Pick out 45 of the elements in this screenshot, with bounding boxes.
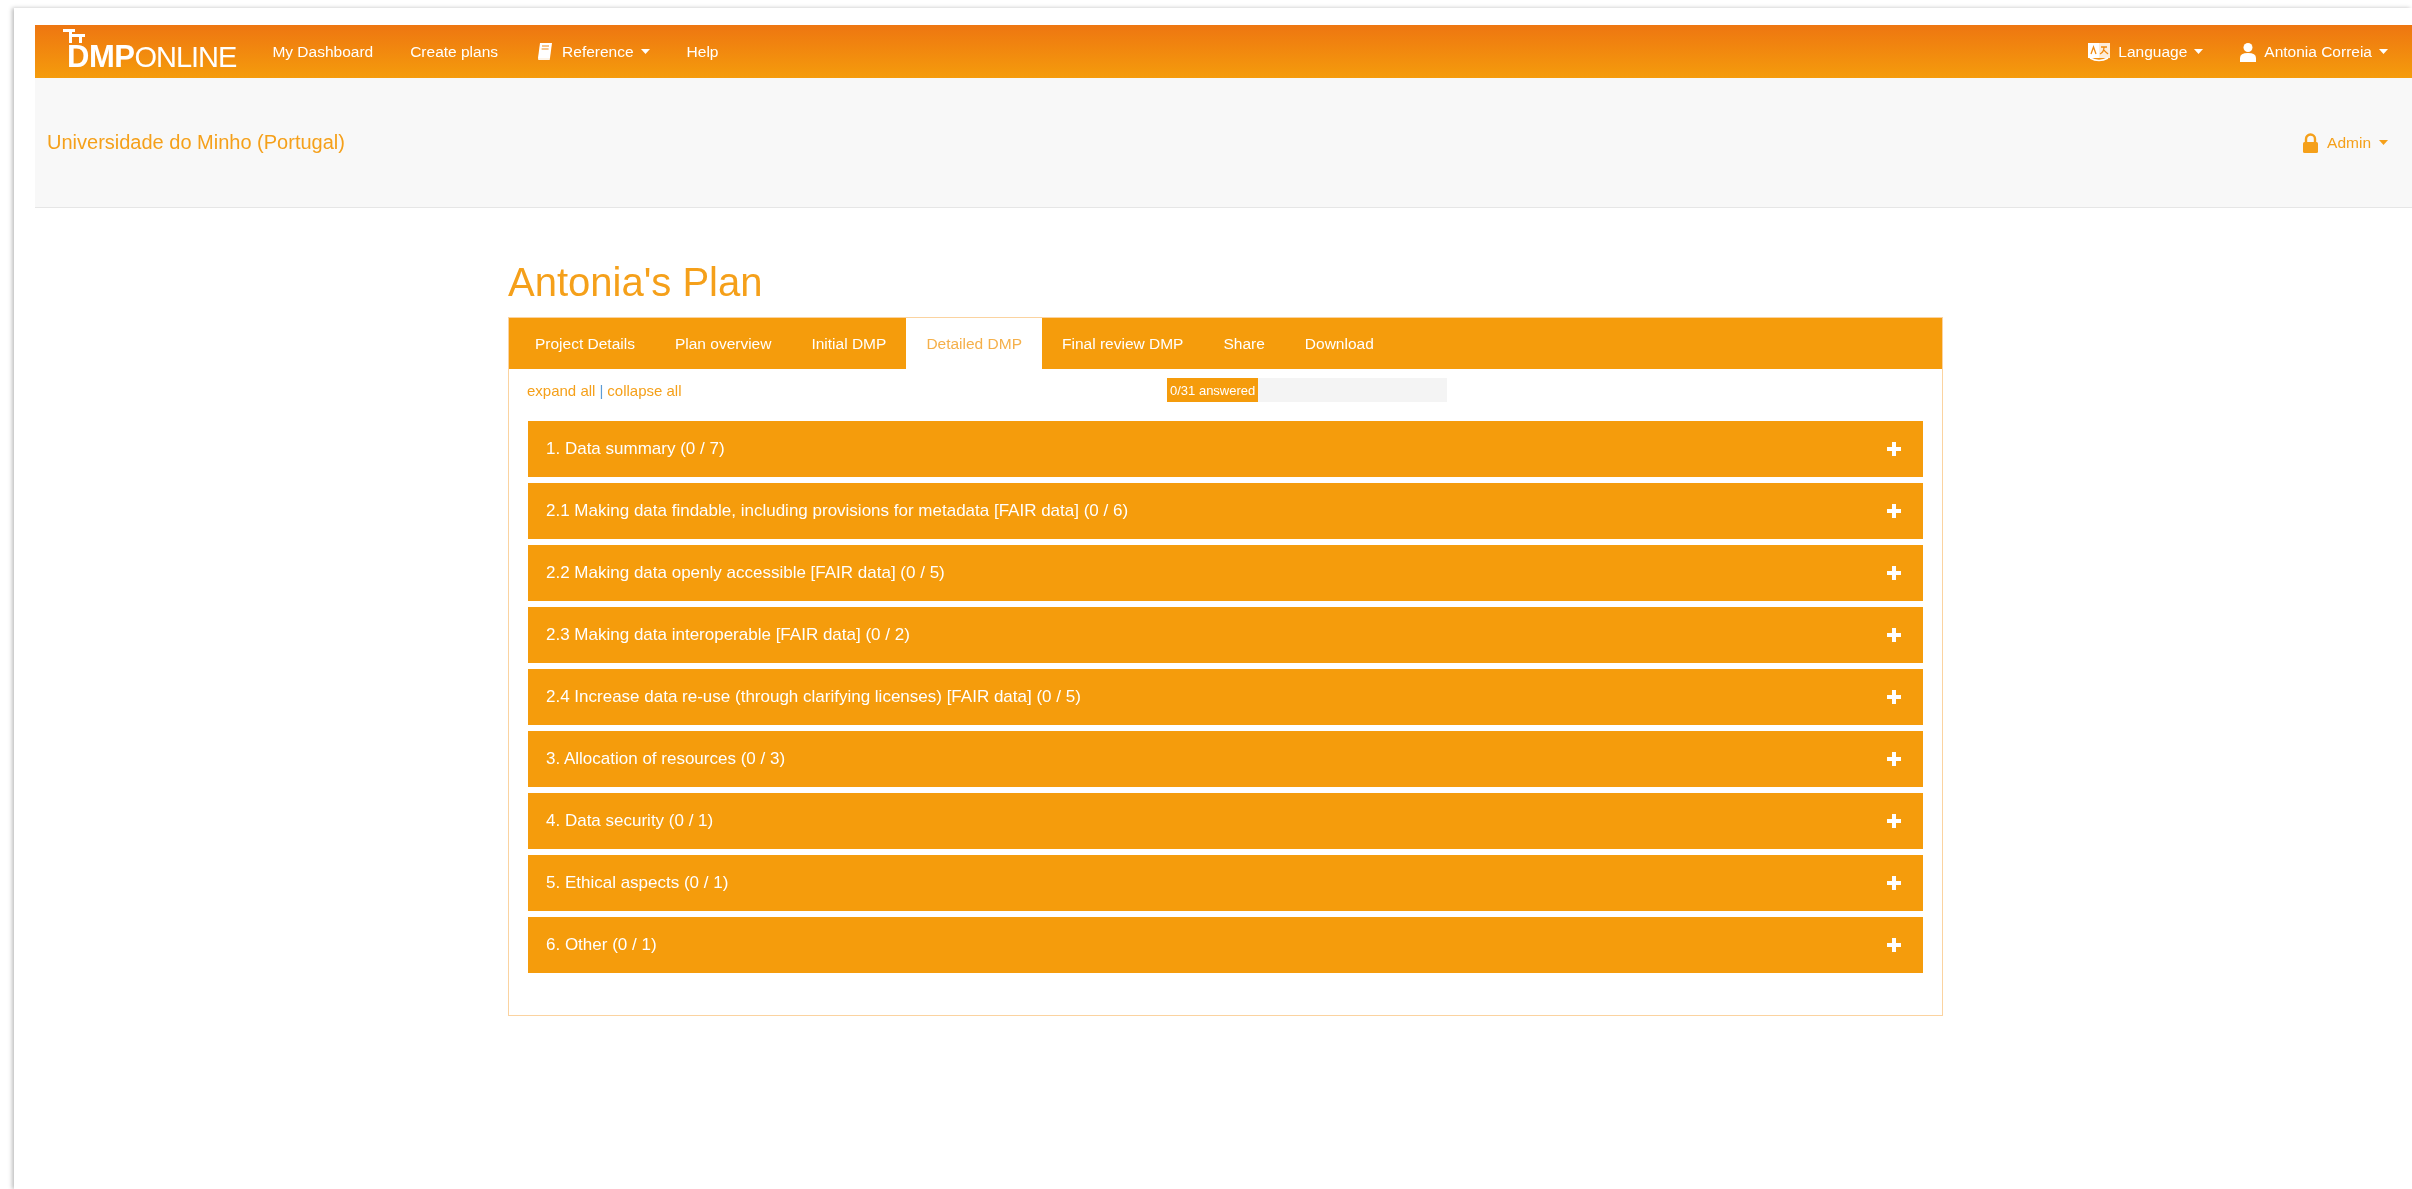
section-header[interactable]: 2.1 Making data findable, including provisions for metadata [FAIR data] (0 / 6) <box>528 483 1923 539</box>
tab[interactable]: Initial DMP <box>791 318 907 369</box>
section-header[interactable]: 1. Data summary (0 / 7) <box>528 421 1923 477</box>
section-title: 2.2 Making data openly accessible [FAIR data] (0 / 5) <box>546 563 945 583</box>
section-header[interactable]: 2.3 Making data interoperable [FAIR data] (0 / 2) <box>528 607 1923 663</box>
section-header[interactable]: 6. Other (0 / 1) <box>528 917 1923 973</box>
caret-icon <box>2379 49 2388 54</box>
caret-icon <box>640 49 650 54</box>
section-title: 2.3 Making data interoperable [FAIR data] (0 / 2) <box>546 625 910 645</box>
tab[interactable]: Final review DMP <box>1042 318 1204 369</box>
section-header[interactable]: 2.4 Increase data re-use (through clarifying licenses) [FAIR data] (0 / 5) <box>528 669 1923 725</box>
collapse-all-link[interactable]: collapse all <box>607 381 682 399</box>
tab[interactable]: Share <box>1203 318 1285 369</box>
user-icon <box>2239 41 2258 62</box>
section-title: 6. Other (0 / 1) <box>546 935 657 955</box>
tab[interactable]: Plan overview <box>654 318 792 369</box>
section-title: 1. Data summary (0 / 7) <box>546 439 725 459</box>
section-header[interactable]: 5. Ethical aspects (0 / 1) <box>528 855 1923 911</box>
plan-title: Antonia's Plan <box>508 260 763 305</box>
lock-icon <box>2302 132 2320 153</box>
section-header[interactable]: 3. Allocation of resources (0 / 3) <box>528 731 1923 787</box>
tab[interactable]: Download <box>1284 318 1394 369</box>
section-title: 2.1 Making data findable, including provisions for metadata [FAIR data] (0 / 6) <box>546 501 1129 521</box>
section-title: 5. Ethical aspects (0 / 1) <box>546 873 729 893</box>
section-title: 2.4 Increase data re-use (through clarifying licenses) [FAIR data] (0 / 5) <box>546 687 1081 707</box>
caret-icon <box>2379 140 2388 145</box>
tab[interactable]: Project Details <box>515 318 655 369</box>
language-menu[interactable]: Language <box>2087 40 2204 63</box>
section-title: 3. Allocation of resources (0 / 3) <box>546 749 786 769</box>
reference-menu[interactable]: Reference <box>535 41 650 62</box>
section-title: 4. Data security (0 / 1) <box>546 811 714 831</box>
user-menu[interactable]: Antonia Correia <box>2239 40 2388 63</box>
section-header[interactable]: 4. Data security (0 / 1) <box>528 793 1923 849</box>
tab[interactable]: Detailed DMP <box>906 318 1042 369</box>
caret-icon <box>2194 49 2204 54</box>
section-header[interactable]: 2.2 Making data openly accessible [FAIR data] (0 / 5) <box>528 545 1923 601</box>
nav-link[interactable]: Help <box>686 42 719 61</box>
nav-link[interactable]: Create plans <box>410 42 499 61</box>
admin-menu[interactable]: Admin <box>2302 132 2388 153</box>
separator: | <box>599 381 604 399</box>
organisation-name: Universidade do Minho (Portugal) <box>47 131 345 154</box>
nav-link[interactable]: My Dashboard <box>272 42 374 61</box>
expand-all-link[interactable]: expand all <box>527 381 596 399</box>
translate-icon <box>2087 40 2112 63</box>
logo[interactable]: DMPONLINE <box>63 28 237 75</box>
